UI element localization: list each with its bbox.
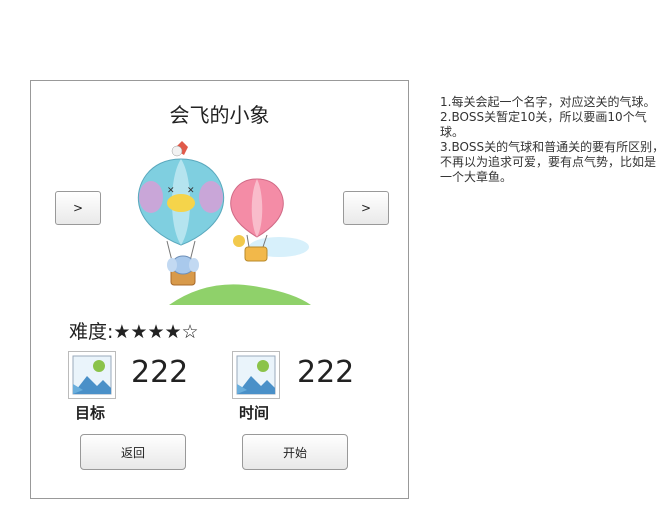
goal-value: 222 [131, 355, 189, 390]
prev-level-button[interactable]: > [55, 191, 101, 225]
elephant-balloon-illustration: ✕ ✕ [137, 141, 311, 305]
start-button[interactable]: 开始 [242, 434, 348, 470]
image-placeholder-icon [72, 355, 112, 395]
goal-label: 目标 [75, 404, 106, 422]
note-item: 1.每关会起一个名字，对应这关的气球。 [440, 95, 656, 109]
difficulty-rating: 难度:★★★★☆ [69, 321, 199, 343]
bird-head [171, 145, 183, 157]
elephant-ear [167, 258, 177, 272]
left-balloon-eyes: ✕ [167, 186, 175, 196]
left-balloon-eyes: ✕ [187, 186, 195, 196]
level-card: 会飞的小象 > > ✕ ✕ 难度:★★★★☆ 222 目标 222 时间 返回 … [30, 80, 409, 499]
note-item: 3.BOSS关的气球和普通关的要有所区别，不再以为追求可爱，要有点气势，比如是一… [440, 140, 665, 184]
back-button[interactable]: 返回 [80, 434, 186, 470]
design-notes: 1.每关会起一个名字，对应这关的气球。 2.BOSS关暂定10关，所以要画10个… [440, 95, 665, 185]
time-image [232, 351, 280, 399]
time-label: 时间 [239, 404, 270, 422]
left-balloon-face [167, 194, 195, 212]
note-item: 2.BOSS关暂定10关，所以要画10个气球。 [440, 110, 647, 139]
time-value: 222 [297, 355, 355, 390]
image-placeholder-icon [236, 355, 276, 395]
elephant-ear [189, 258, 199, 272]
right-basket [244, 246, 268, 262]
giraffe-head [233, 235, 245, 247]
left-balloon-ear [199, 181, 223, 213]
grass-hill [169, 284, 311, 305]
next-level-button[interactable]: > [343, 191, 389, 225]
goal-image [68, 351, 116, 399]
level-title: 会飞的小象 [169, 103, 270, 127]
left-balloon-ear [139, 181, 163, 213]
